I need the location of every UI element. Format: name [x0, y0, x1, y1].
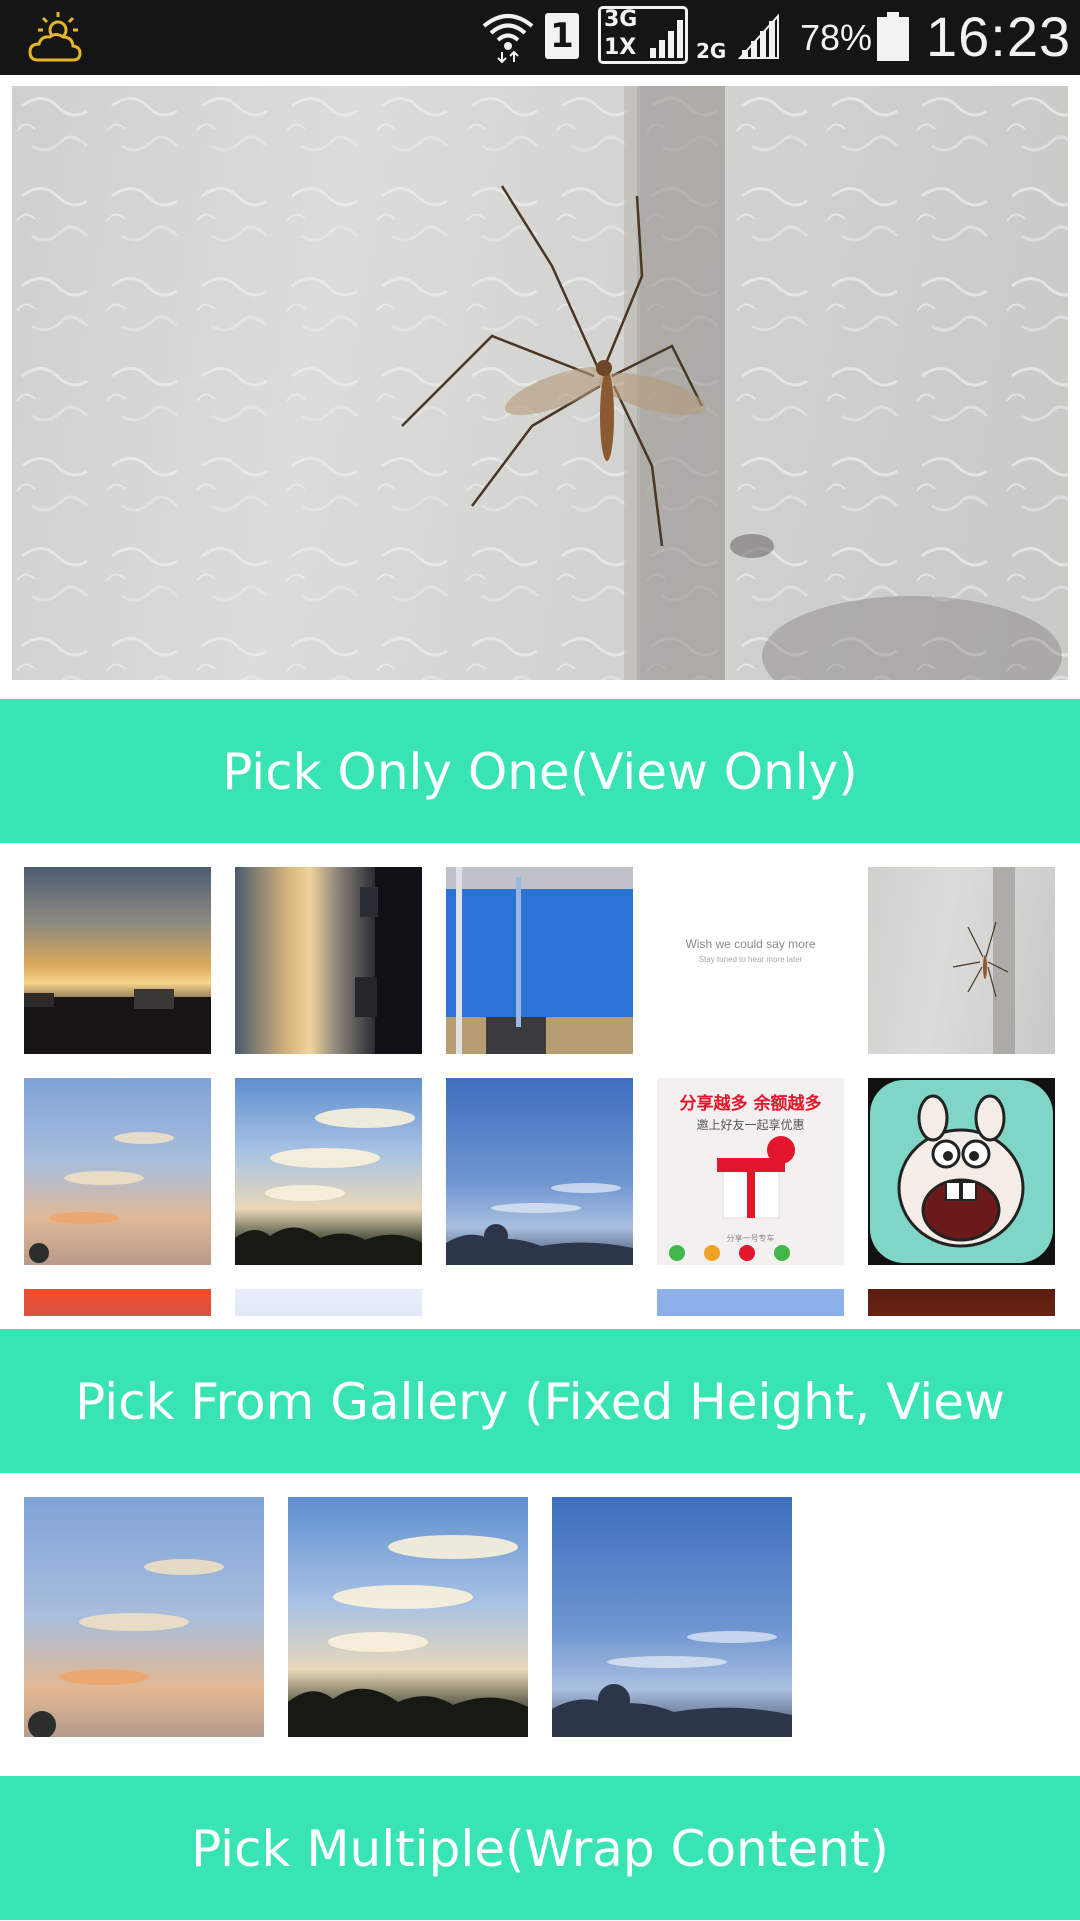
- signal-bars-icon: [650, 20, 683, 58]
- blue-chair-photo: [446, 867, 633, 1054]
- wish-subtitle: Stay tuned to hear more later: [698, 955, 803, 964]
- pick-from-gallery-button[interactable]: Pick From Gallery (Fixed Height, View On…: [0, 1329, 1080, 1575]
- gallery-thumbnail[interactable]: [446, 1078, 633, 1265]
- picked-photo-thumbnail[interactable]: [288, 1497, 528, 1737]
- sunset-rotated-photo: [355, 867, 422, 1054]
- crane-fly-thumbnail: [952, 867, 1015, 1054]
- partly-cloudy-icon: [28, 12, 82, 62]
- battery-icon: [877, 12, 909, 61]
- network-2g-label: 2G: [696, 39, 727, 63]
- gallery-thumbnail[interactable]: [868, 1078, 1055, 1265]
- selected-photo[interactable]: [12, 86, 1068, 680]
- gallery-thumbnail[interactable]: [868, 1289, 1055, 1316]
- status-bar: 1 3G 1X 2G 78% 16:23: [0, 0, 1080, 75]
- gallery-thumbnail[interactable]: [657, 1289, 844, 1316]
- sim-slot-badge: 1: [545, 13, 579, 59]
- picked-photo-thumbnail[interactable]: [24, 1497, 264, 1737]
- cloudy-sunset-photo: [235, 1108, 422, 1265]
- gallery-thumbnail[interactable]: [868, 867, 1055, 1054]
- wifi-icon: [482, 14, 534, 64]
- gallery-thumbnail[interactable]: [24, 1078, 211, 1265]
- pick-only-one-button[interactable]: Pick Only One(View Only): [0, 699, 1080, 843]
- gallery-thumbnail[interactable]: [446, 867, 633, 1054]
- pick-multiple-button[interactable]: Pick Multiple(Wrap Content): [0, 1776, 1080, 1920]
- picked-photo-thumbnail[interactable]: [552, 1497, 792, 1737]
- wish-title: Wish we could say more: [685, 937, 816, 951]
- evening-sky-photo: [24, 1497, 264, 1737]
- network-3g-label: 3G: [604, 7, 638, 32]
- gallery-grid[interactable]: Wish we could say more Stay tuned to hea…: [0, 843, 1080, 1316]
- gallery-thumbnail[interactable]: [24, 867, 211, 1054]
- network-1x-label: 1X: [604, 35, 637, 60]
- battery-percent: 78%: [800, 17, 873, 58]
- gallery-thumbnail[interactable]: [235, 1078, 422, 1265]
- promo-footer: 分享一号专车: [726, 1234, 775, 1243]
- evening-sky-photo: [29, 1132, 174, 1263]
- blue-sky-photo: [552, 1497, 792, 1737]
- signal-bars-icon: [738, 14, 779, 59]
- gallery-thumbnail[interactable]: Wish we could say more Stay tuned to hea…: [657, 867, 844, 1054]
- crane-fly-photo: [12, 86, 1068, 680]
- sunset-photo: [24, 989, 211, 1054]
- gallery-thumbnail[interactable]: [235, 1289, 422, 1316]
- gallery-thumbnail[interactable]: 分享越多 余额越多 邀上好友一起享优惠 分享一号专车: [657, 1078, 844, 1265]
- gallery-thumbnail[interactable]: [24, 1289, 211, 1316]
- multi-pick-grid[interactable]: [0, 1473, 1080, 1776]
- hippo-app-icon: [870, 1080, 1053, 1263]
- clock: 16:23: [926, 5, 1072, 68]
- blue-sky-photo: [446, 1183, 633, 1265]
- cloudy-sunset-photo: [288, 1497, 528, 1737]
- gallery-thumbnail[interactable]: [235, 867, 422, 1054]
